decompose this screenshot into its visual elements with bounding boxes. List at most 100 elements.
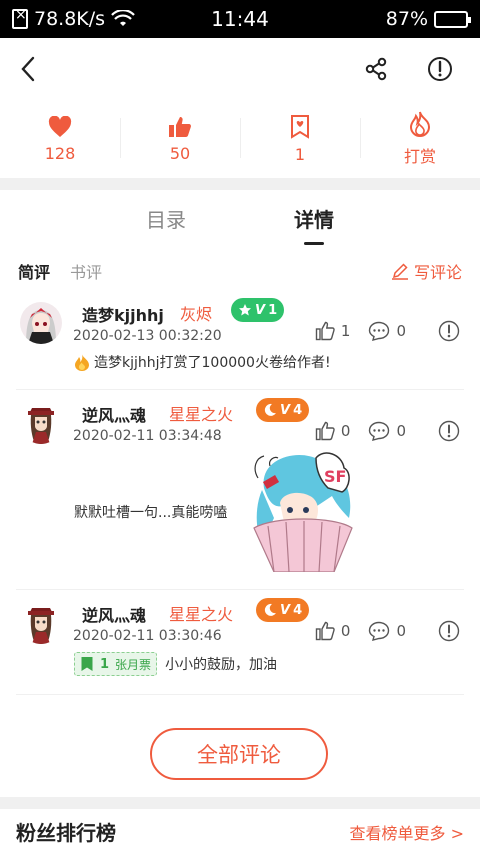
flame-emoji-icon — [75, 354, 89, 371]
favorite-stat[interactable]: 128 — [0, 100, 120, 178]
share-button[interactable] — [356, 49, 396, 89]
reply-button[interactable]: 0 — [368, 321, 406, 341]
fan-title: 星星之火 — [169, 605, 234, 624]
moon-icon — [264, 603, 276, 616]
svg-text:SF: SF — [324, 467, 346, 486]
all-comments-button[interactable]: 全部评论 — [150, 728, 328, 780]
fan-title: 星星之火 — [169, 405, 234, 424]
ticket-label: 张月票 — [115, 657, 152, 672]
ticket-icon — [291, 114, 309, 139]
write-comment-label: 写评论 — [413, 263, 462, 282]
comment-text: 造梦kjjhhj打赏了100000火卷给作者! — [94, 355, 331, 371]
ticket-icon — [81, 657, 93, 671]
vip-mark: V — [280, 402, 291, 418]
share-icon — [365, 57, 387, 81]
fans-ranking-header: 粉丝排行榜 查看榜单更多 > — [0, 809, 480, 854]
comment-text: 小小的鼓励，加油 — [165, 657, 278, 673]
tab-bar: 目录 详情 — [0, 190, 480, 252]
avatar[interactable] — [20, 402, 62, 444]
username[interactable]: 造梦kjjhhj — [82, 302, 164, 326]
top-nav — [0, 38, 480, 100]
section-divider — [0, 178, 480, 190]
clock: 11:44 — [211, 7, 269, 31]
chat-bubble-icon — [369, 421, 390, 441]
fans-ranking-title: 粉丝排行榜 — [16, 821, 116, 845]
chat-bubble-icon — [369, 321, 390, 341]
favorite-count: 128 — [44, 143, 76, 163]
like-count: 0 — [340, 622, 351, 640]
username[interactable]: 逆风灬魂 — [82, 402, 146, 426]
like-stat[interactable]: 50 — [120, 100, 240, 178]
thumbs-up-outline-icon — [315, 621, 335, 641]
comment-item: 逆风灬魂 星星之火 V4 2020-02-11 03:34:48 0 0 默默吐… — [16, 390, 464, 590]
no-sim-icon — [12, 7, 28, 29]
report-button[interactable] — [420, 49, 460, 89]
vip-mark: V — [255, 302, 266, 318]
thumbs-up-outline-icon — [315, 421, 335, 441]
report-comment-button[interactable] — [438, 420, 460, 442]
alert-icon — [438, 320, 460, 342]
avatar[interactable] — [20, 602, 62, 644]
pencil-icon — [391, 263, 408, 280]
moon-icon — [264, 403, 276, 416]
like-button[interactable]: 0 — [315, 621, 351, 641]
comment-date: 2020-02-11 03:34:48 — [73, 428, 222, 444]
view-more-ranking-link[interactable]: 查看榜单更多 > — [350, 820, 465, 844]
reply-count: 0 — [396, 322, 406, 340]
alert-icon — [428, 57, 452, 81]
level-number: 4 — [293, 402, 303, 418]
sticker-image: SF — [244, 448, 364, 573]
reply-count: 0 — [396, 622, 406, 640]
status-bar: 78.8K/s 11:44 87% — [0, 0, 480, 38]
ticket-stat[interactable]: 1 — [240, 100, 360, 178]
level-number: 1 — [268, 302, 278, 318]
like-count: 0 — [340, 422, 351, 440]
report-comment-button[interactable] — [438, 620, 460, 642]
reward-label: 打赏 — [403, 147, 436, 166]
comment-date: 2020-02-11 03:30:46 — [73, 628, 222, 644]
thumbs-up-icon — [169, 116, 191, 137]
level-badge: V4 — [256, 398, 310, 422]
ticket-count: 1 — [100, 656, 110, 672]
comment-item: 逆风灬魂 星星之火 V4 2020-02-11 03:30:46 0 0 1 张… — [16, 590, 464, 695]
subtab-book-review[interactable]: 书评 — [70, 259, 102, 283]
reply-count: 0 — [396, 422, 406, 440]
username[interactable]: 逆风灬魂 — [82, 602, 146, 626]
like-button[interactable]: 1 — [315, 321, 351, 341]
alert-icon — [438, 420, 460, 442]
flame-icon — [409, 111, 431, 137]
chat-bubble-icon — [369, 621, 390, 641]
comment-date: 2020-02-13 00:32:20 — [73, 328, 222, 344]
report-comment-button[interactable] — [438, 320, 460, 342]
battery-icon — [434, 10, 471, 28]
tab-details[interactable]: 详情 — [294, 204, 334, 245]
section-divider — [0, 797, 480, 809]
fan-title: 灰烬 — [180, 305, 213, 324]
reply-button[interactable]: 0 — [368, 621, 406, 641]
star-icon — [239, 304, 251, 316]
wifi-icon — [111, 10, 135, 26]
avatar[interactable] — [20, 302, 62, 344]
reward-stat[interactable]: 打赏 — [360, 100, 480, 178]
network-speed: 78.8K/s — [34, 8, 106, 30]
level-badge: V4 — [256, 598, 310, 622]
vip-mark: V — [280, 602, 291, 618]
ticket-count: 1 — [294, 144, 306, 164]
subtab-short-review[interactable]: 简评 — [18, 259, 50, 283]
like-count: 50 — [169, 143, 191, 163]
heart-icon — [48, 115, 72, 137]
chevron-left-icon — [21, 56, 35, 82]
write-comment-button[interactable]: 写评论 — [391, 259, 462, 283]
battery-percent: 87% — [385, 8, 428, 30]
stats-row: 128 50 1 打赏 — [0, 100, 480, 178]
reply-button[interactable]: 0 — [368, 421, 406, 441]
comment-item: 造梦kjjhhj 灰烬 V1 2020-02-13 00:32:20 1 0 造… — [16, 290, 464, 390]
comment-text: 默默吐槽一句...真能唠嗑 — [74, 505, 228, 521]
like-button[interactable]: 0 — [315, 421, 351, 441]
thumbs-up-outline-icon — [315, 321, 335, 341]
like-count: 1 — [340, 322, 351, 340]
back-button[interactable] — [20, 54, 50, 84]
level-number: 4 — [293, 602, 303, 618]
tab-catalog[interactable]: 目录 — [146, 204, 186, 239]
comment-type-bar: 简评 书评 写评论 — [0, 252, 480, 290]
